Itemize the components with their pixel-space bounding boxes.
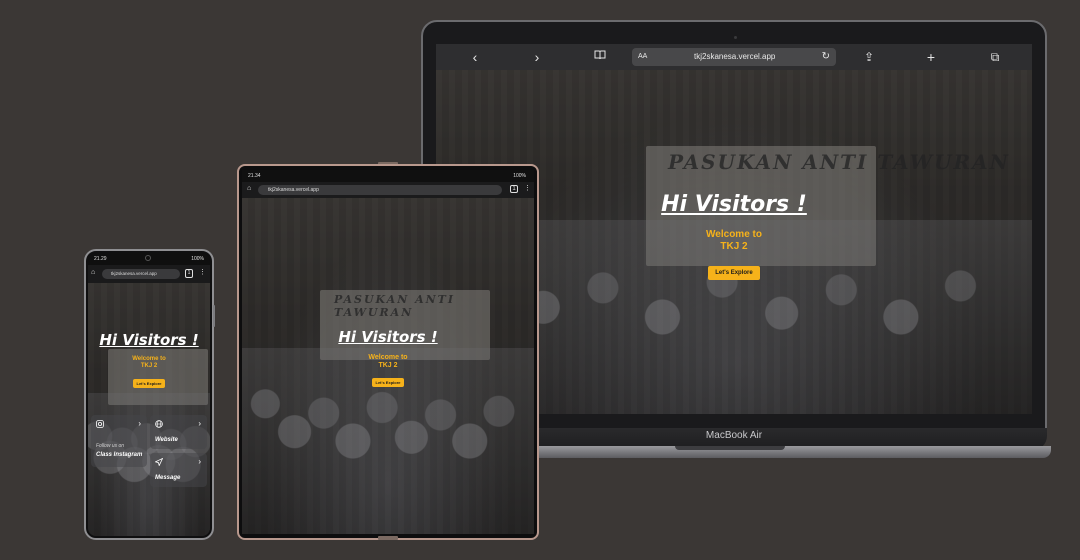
tabs-icon[interactable]: ⧉ <box>986 48 1004 66</box>
back-icon[interactable]: ‹ <box>466 48 484 66</box>
url-text: tkj2skanesa.vercel.app <box>268 187 319 193</box>
hero-section: Hi Visitors ! Welcome to TKJ 2 Let's Exp… <box>242 328 534 389</box>
forward-icon[interactable]: › <box>528 48 546 66</box>
battery-status: 100% <box>513 173 526 179</box>
tabs-icon[interactable]: 1 <box>510 185 518 193</box>
hinge <box>378 536 398 540</box>
explore-button[interactable]: Let's Explore <box>371 378 405 388</box>
browser-address-row: ⌂ tkj2skanesa.vercel.app 1 ⋮ <box>242 182 534 198</box>
explore-button[interactable]: Let's Explore <box>708 266 760 280</box>
chevron-right-icon: › <box>198 457 201 466</box>
more-menu-icon[interactable]: ⋮ <box>524 184 531 192</box>
hero-title: Hi Visitors ! <box>661 192 807 217</box>
card-title: Website <box>155 437 178 443</box>
more-menu-icon[interactable]: ⋮ <box>199 268 206 276</box>
share-icon[interactable]: ⇪ <box>860 48 878 66</box>
browser-toolbar: ‹ › AA tkj2skanesa.vercel.app ↻ ⇪ + ⧉ <box>436 44 1032 70</box>
address-bar[interactable]: tkj2skanesa.vercel.app <box>102 269 180 279</box>
send-icon <box>154 457 164 468</box>
url-text: tkj2skanesa.vercel.app <box>694 52 776 61</box>
status-time: 21.29 <box>94 256 107 262</box>
reader-icon[interactable] <box>591 48 609 66</box>
battery-status: 100% <box>191 256 204 262</box>
hero-title: Hi Visitors ! <box>99 331 199 349</box>
phone-screen: 21.29 100% ⌂ tkj2skanesa.vercel.app 1 ⋮ … <box>88 253 210 536</box>
card-title: Message <box>155 475 181 481</box>
message-card[interactable]: › Message <box>150 453 207 487</box>
hero-title: Hi Visitors ! <box>338 328 438 346</box>
new-tab-icon[interactable]: + <box>922 48 940 66</box>
chevron-right-icon: › <box>138 419 141 428</box>
address-bar[interactable]: tkj2skanesa.vercel.app <box>258 185 502 195</box>
browser-address-row: ⌂ tkj2skanesa.vercel.app 1 ⋮ <box>88 265 210 283</box>
globe-icon <box>155 420 163 430</box>
phone-side-button <box>213 305 215 327</box>
website-card[interactable]: › Website <box>150 415 207 449</box>
address-bar[interactable]: AA tkj2skanesa.vercel.app ↻ <box>632 48 836 66</box>
hero-subtitle: Welcome to TKJ 2 <box>132 356 166 369</box>
tabs-icon[interactable]: 1 <box>185 269 193 278</box>
text-size-button[interactable]: AA <box>638 48 647 66</box>
hero-background-photo <box>88 283 210 536</box>
camera-icon <box>734 36 737 39</box>
url-text: tkj2skanesa.vercel.app <box>111 271 157 276</box>
instagram-icon <box>96 420 104 430</box>
home-icon[interactable]: ⌂ <box>91 269 95 276</box>
front-camera-icon <box>145 255 151 261</box>
tablet-screen: PASUKAN ANTI TAWURAN 21.34 100% ⌂ tkj2sk… <box>242 170 534 534</box>
home-icon[interactable]: ⌂ <box>247 185 251 192</box>
hero-section: Hi Visitors ! Welcome to TKJ 2 Let's Exp… <box>88 331 210 390</box>
chevron-right-icon: › <box>198 419 201 428</box>
status-time: 21.34 <box>248 173 261 179</box>
status-bar: 21.29 100% <box>88 253 210 265</box>
macbook-base <box>525 446 1051 458</box>
explore-button[interactable]: Let's Explore <box>132 378 166 388</box>
card-subtitle: Follow us on <box>96 443 125 449</box>
hero-subtitle: Welcome to TKJ 2 <box>368 354 408 370</box>
instagram-card[interactable]: › Follow us on Class Instagram <box>91 415 147 467</box>
card-title: Class Instagram <box>96 452 143 458</box>
reload-icon[interactable]: ↻ <box>822 48 830 66</box>
status-bar: 21.34 100% <box>242 170 534 182</box>
